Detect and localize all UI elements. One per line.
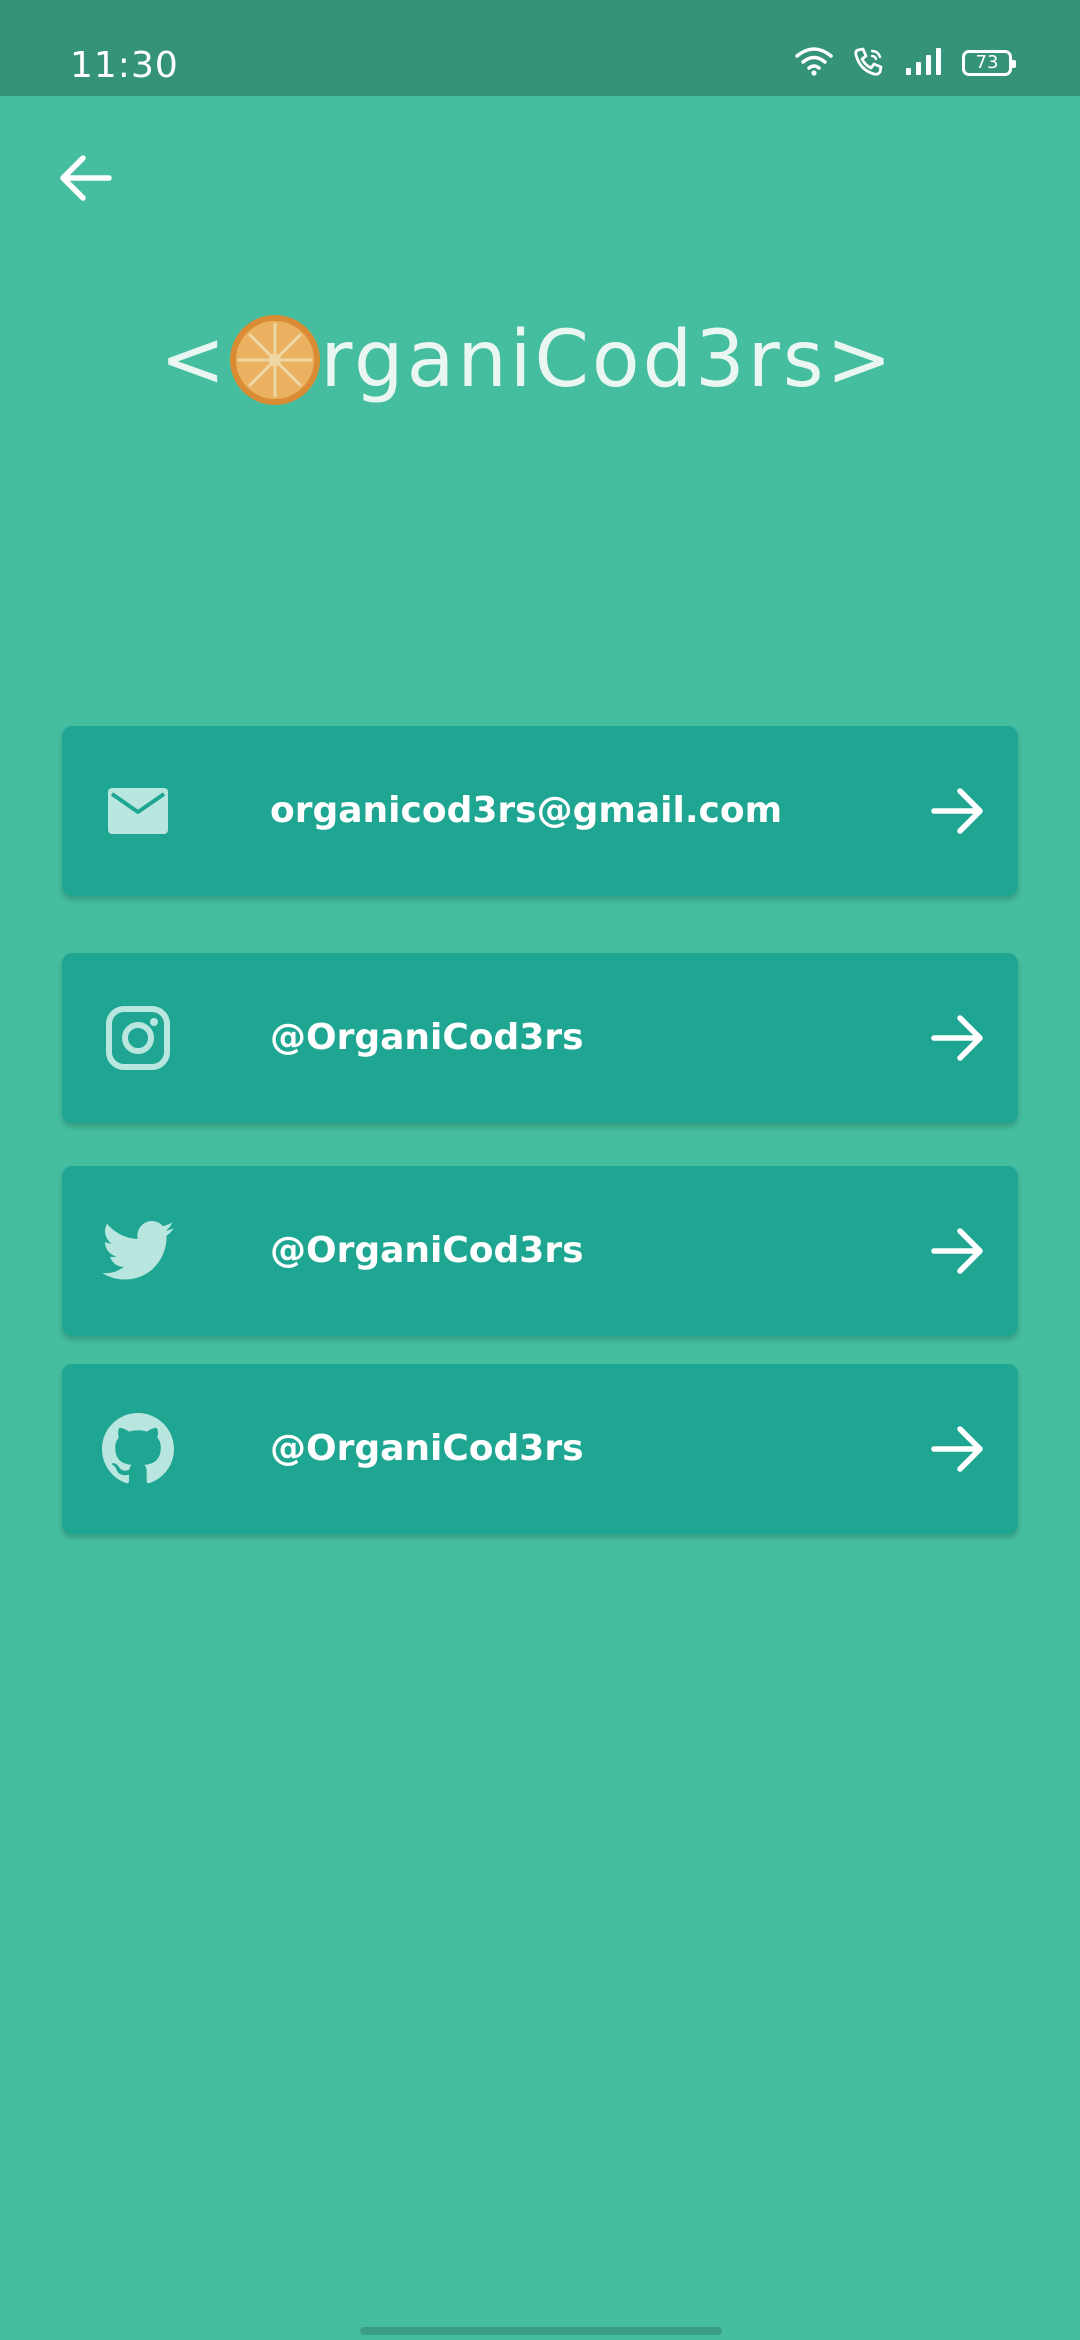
- arrow-right-icon: [928, 781, 988, 841]
- instagram-label: @OrganiCod3rs: [270, 1017, 584, 1058]
- wifi-call-icon: [852, 46, 886, 80]
- status-bar: 11:30 73: [0, 0, 1080, 96]
- contact-screen: 11:30 73 < rganiCod3rs> organicod3rs@gma…: [0, 0, 1080, 2340]
- logo-text-start: <: [160, 315, 229, 405]
- arrow-right-icon: [928, 1419, 988, 1479]
- home-indicator[interactable]: [360, 2327, 722, 2335]
- github-label: @OrganiCod3rs: [270, 1428, 584, 1469]
- battery-icon: 73: [962, 50, 1016, 76]
- battery-level: 73: [975, 52, 999, 73]
- mail-icon: [100, 773, 176, 849]
- orange-slice-icon: [228, 313, 322, 407]
- instagram-icon: [100, 1000, 176, 1076]
- arrow-left-icon: [57, 153, 113, 207]
- signal-icon: [904, 46, 944, 80]
- arrow-right-icon: [928, 1221, 988, 1281]
- github-link-card[interactable]: @OrganiCod3rs: [62, 1364, 1018, 1534]
- status-time: 11:30: [70, 45, 179, 86]
- status-icons: 73: [794, 46, 1016, 80]
- twitter-label: @OrganiCod3rs: [270, 1230, 584, 1271]
- logo-text-end: rganiCod3rs>: [320, 315, 895, 405]
- email-link-card[interactable]: organicod3rs@gmail.com: [62, 726, 1018, 896]
- instagram-link-card[interactable]: @OrganiCod3rs: [62, 953, 1018, 1123]
- arrow-right-icon: [928, 1008, 988, 1068]
- twitter-icon: [100, 1213, 176, 1289]
- organicod3rs-logo: < rganiCod3rs>: [160, 295, 892, 425]
- github-icon: [100, 1411, 176, 1487]
- wifi-icon: [794, 46, 834, 80]
- email-label: organicod3rs@gmail.com: [270, 790, 783, 831]
- twitter-link-card[interactable]: @OrganiCod3rs: [62, 1166, 1018, 1336]
- back-button[interactable]: [50, 145, 120, 215]
